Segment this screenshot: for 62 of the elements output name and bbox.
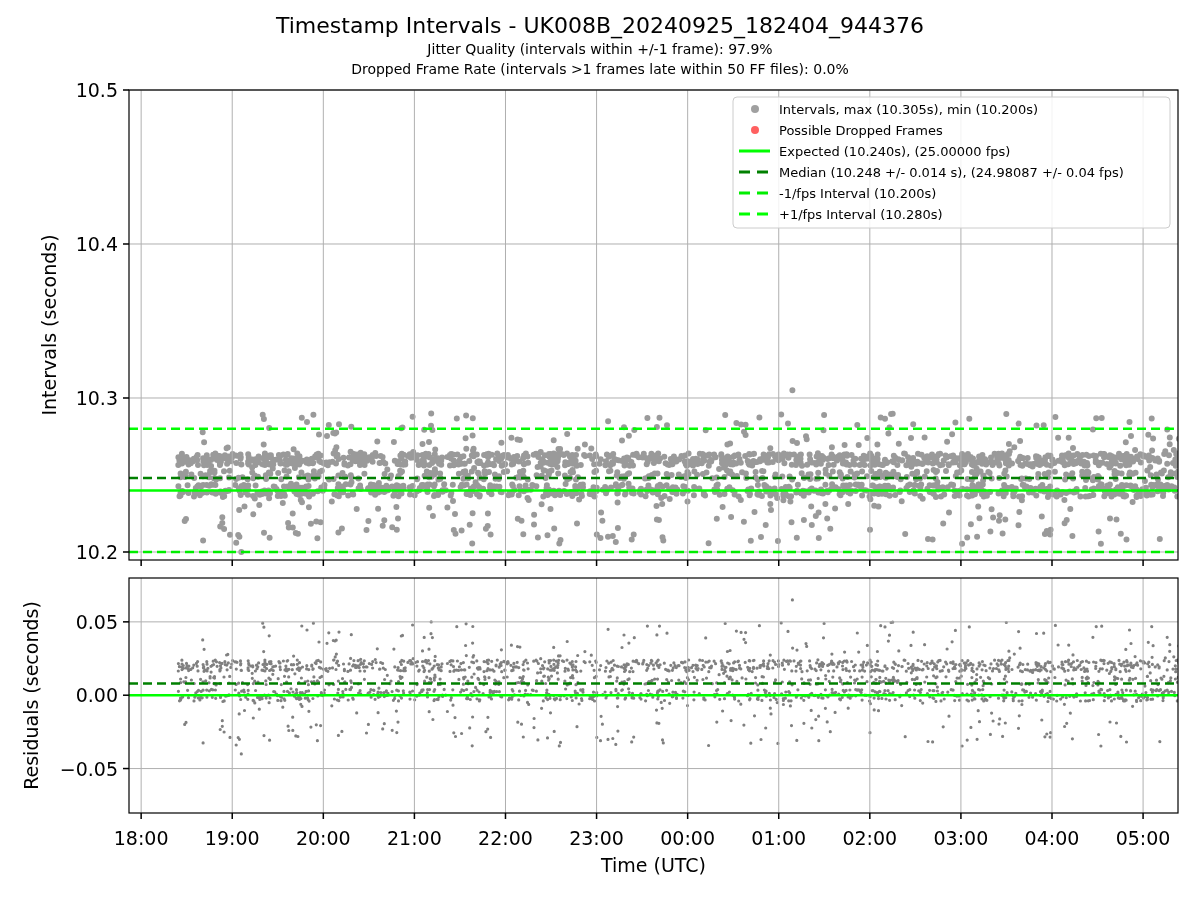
tick-mark [123, 89, 129, 91]
tick-label: 00:00 [660, 827, 716, 849]
tick-mark [595, 813, 598, 819]
tick-label: 10.3 [75, 387, 118, 409]
tick-mark [123, 243, 129, 245]
tick-mark [686, 560, 689, 566]
tick-mark [322, 560, 325, 566]
tick-label: 19:00 [204, 827, 260, 849]
legend-label: Expected (10.240s), (25.00000 fps) [779, 144, 1011, 159]
tick-label: 22:00 [478, 827, 533, 849]
legend-label: -1/fps Interval (10.200s) [779, 186, 937, 201]
tick-label: 20:00 [295, 827, 351, 849]
tick-label: 10.4 [75, 233, 118, 255]
tick-mark [1142, 560, 1144, 566]
legend-label: +1/fps Interval (10.280s) [779, 207, 943, 222]
tick-mark [413, 813, 416, 819]
tick-label: 0.05 [75, 610, 118, 633]
tick-label: 23:00 [569, 827, 624, 849]
tick-label: 01:00 [751, 827, 807, 849]
tick-mark [231, 560, 233, 566]
tick-mark [869, 813, 871, 819]
tick-label: 10.5 [75, 80, 118, 101]
tick-label: 03:00 [933, 827, 989, 849]
legend-label: Intervals, max (10.305s), min (10.200s) [779, 102, 1038, 117]
tick-label: 10.2 [75, 541, 118, 563]
tick-mark [140, 813, 142, 819]
tick-label: 04:00 [1024, 827, 1080, 849]
axis-label: Residuals (seconds) [20, 601, 42, 790]
tick-mark [778, 813, 780, 819]
tick-mark [595, 560, 598, 566]
tick-mark [504, 813, 507, 819]
legend-label: Median (10.248 +/- 0.014 s), (24.98087 +/- 0.04 fps) [779, 165, 1124, 180]
axis-label: Intervals (seconds) [38, 234, 60, 416]
tick-mark [686, 813, 689, 819]
tick-mark [123, 694, 129, 696]
tick-mark [123, 551, 129, 553]
figure-title: Timestamp Intervals - UK008B_20240925_182404_944376 [276, 13, 924, 39]
tick-label: 05:00 [1115, 827, 1171, 849]
tick-mark [1051, 813, 1053, 819]
tick-mark [1051, 560, 1053, 566]
tick-mark [123, 621, 129, 623]
tick-mark [869, 560, 871, 566]
tick-mark [140, 560, 142, 566]
tick-mark [123, 767, 129, 770]
tick-mark [322, 813, 325, 819]
axis-label: Time (UTC) [601, 854, 706, 876]
tick-mark [960, 560, 962, 566]
tick-mark [778, 560, 780, 566]
tick-mark [1142, 813, 1144, 819]
tick-label: 02:00 [842, 827, 898, 849]
figure-subtitle: Dropped Frame Rate (intervals >1 frames late within 50 FF files): 0.0% [351, 60, 849, 79]
legend-label: Possible Dropped Frames [779, 123, 943, 138]
tick-mark [413, 560, 416, 566]
tick-mark [231, 813, 233, 819]
tick-label: −0.05 [59, 757, 118, 780]
tick-mark [504, 560, 507, 566]
tick-label: 21:00 [387, 827, 442, 849]
figure-subtitle: Jitter Quality (intervals within +/-1 frame): 97.9% [427, 40, 773, 59]
tick-mark [123, 397, 129, 399]
tick-label: 0.00 [75, 684, 118, 707]
tick-label: 18:00 [113, 827, 169, 849]
tick-mark [960, 813, 962, 819]
